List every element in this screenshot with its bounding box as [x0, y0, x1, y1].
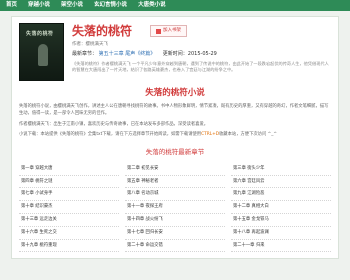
chapter-link[interactable]: 第十八章 再起波澜 [231, 227, 331, 240]
chapter-link[interactable]: 第十二章 真相大白 [231, 201, 331, 215]
chapter-link[interactable]: 第九章 江湖险恶 [231, 188, 331, 202]
chapter-link[interactable]: 第八章 名动京城 [125, 188, 225, 202]
chapter-link[interactable]: 第十四章 战火纷飞 [125, 214, 225, 227]
update-time: 更新时间：2015-05-29 [162, 51, 217, 58]
chapter-link[interactable]: 第十一章 夜探王府 [125, 201, 225, 215]
chapter-link[interactable]: 第五章 神秘老者 [125, 176, 225, 189]
chapter-link[interactable]: 第三章 街头少年 [231, 163, 331, 176]
bookmark-icon [156, 28, 162, 34]
book-title: 失落的桃符 [72, 24, 133, 38]
section-title: 失落的桃符小说 [145, 88, 205, 98]
chapter-link[interactable]: 第二十一章 归来 [231, 240, 331, 253]
book-header: 失落的桃符 失落的桃符 加入书架 作者：樱桃满天飞 最新章节： 第五十三章 尾声… [19, 23, 331, 81]
latest-chapter-link[interactable]: 第五十三章 尾声《终篇》 [99, 51, 156, 57]
nav-link-fantasy-romance[interactable]: 玄幻言情小说 [94, 2, 127, 9]
chapter-link[interactable]: 第十七章 回归长安 [125, 227, 225, 240]
latest-label: 最新章节： [72, 51, 98, 58]
chapter-link[interactable]: 第一章 穿越大唐 [19, 163, 119, 176]
chapter-list-title: 失落的桃符最新章节 [145, 148, 205, 157]
chapter-link[interactable]: 第四章 桃符之谜 [19, 176, 119, 189]
main-content: 失落的桃符 失落的桃符 加入书架 作者：樱桃满天飞 最新章节： 第五十三章 尾声… [11, 16, 339, 260]
chapter-link[interactable]: 第十三章 远走边关 [19, 214, 119, 227]
nav-link-time-travel[interactable]: 穿越小说 [28, 2, 50, 9]
download-paragraph: 小说下载：本站提供《失落的桃符》全集txt下载，请在下方选择章节开始阅读，如需下… [19, 132, 331, 139]
shortcut-hint: CTRL+D [201, 132, 220, 138]
nav-link-tang-dynasty[interactable]: 大唐类小说 [138, 2, 166, 9]
chapter-link[interactable]: 第十章 结识豪杰 [19, 201, 119, 215]
chapter-list: 第一章 穿越大唐 第二章 初见长安 第三章 街头少年 第四章 桃符之谜 第五章 … [19, 163, 331, 253]
chapter-link[interactable]: 第二十章 命运交错 [125, 240, 225, 253]
book-description: 失落的桃符小说，由樱桃满天飞创作，讲述主人公在唐朝寻找桃符的故事。书中人物形象鲜… [19, 104, 331, 139]
chapter-link[interactable]: 第二章 初见长安 [125, 163, 225, 176]
add-to-shelf-label: 加入书架 [163, 28, 182, 34]
nav-link-alt-history[interactable]: 架空小说 [61, 2, 83, 9]
cover-title: 失落的桃符 [26, 31, 54, 37]
chapter-link[interactable]: 第七章 小试身手 [19, 188, 119, 202]
book-author: 作者：樱桃满天飞 [72, 42, 108, 48]
download-text: 小说下载：本站提供《失落的桃符》全集txt下载，请在下方选择章节开始阅读，如需下… [19, 132, 202, 138]
book-cover-image: 失落的桃符 [19, 23, 64, 81]
chapter-link[interactable]: 第十五章 金戈铁马 [231, 214, 331, 227]
book-intro: 《失落的桃符》作者樱桃满天飞 一个平凡少年意外穿越到唐朝，遇到了传说中的桃符，由… [72, 61, 329, 73]
top-navigation: 首页 穿越小说 架空小说 玄幻言情小说 大唐类小说 [0, 0, 350, 11]
latest-chapter-row: 最新章节： 第五十三章 尾声《终篇》 更新时间：2015-05-29 [72, 51, 331, 58]
nav-link-home[interactable]: 首页 [6, 2, 17, 9]
cover-figure [38, 44, 48, 66]
chapter-link[interactable]: 第十六章 生死之交 [19, 227, 119, 240]
description-paragraph: 失落的桃符小说，由樱桃满天飞创作，讲述主人公在唐朝寻找桃符的故事。书中人物形象鲜… [19, 104, 329, 117]
chapter-link[interactable]: 第六章 宫廷风云 [231, 176, 331, 189]
book-info: 失落的桃符 加入书架 作者：樱桃满天飞 最新章节： 第五十三章 尾声《终篇》 更… [72, 23, 331, 81]
download-text-tail: 收藏本站，方便下次访问 ^_^ [219, 132, 277, 138]
chapter-link[interactable]: 第十九章 桃符重现 [19, 240, 119, 253]
add-to-shelf-button[interactable]: 加入书架 [150, 25, 188, 38]
title-row: 失落的桃符 加入书架 [72, 23, 331, 39]
author-paragraph: 作者樱桃满天飞：出生于江南小镇，喜欢历史与传奇故事，已在本站发布多部作品，深受读… [19, 121, 209, 127]
